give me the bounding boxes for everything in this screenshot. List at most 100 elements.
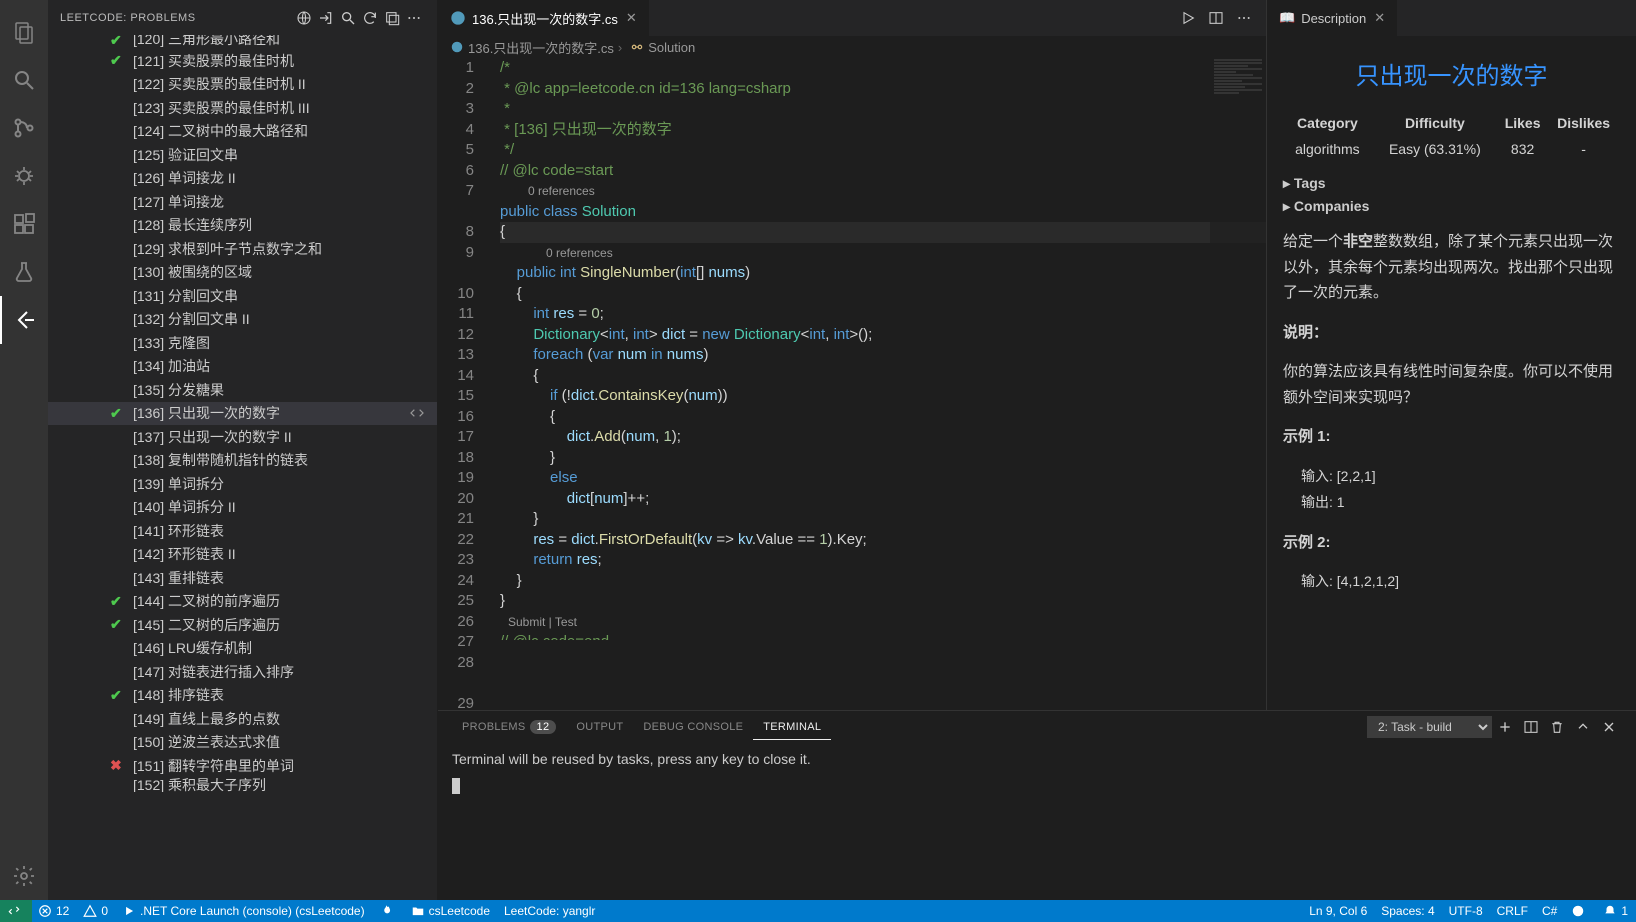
breadcrumb[interactable]: 136.只出现一次的数字.cs › Solution (438, 36, 1266, 58)
terminal-area[interactable]: Terminal will be reused by tasks, press … (438, 743, 1636, 900)
problem-item[interactable]: ✔✖[121] 买卖股票的最佳时机 (48, 49, 437, 73)
problem-item[interactable]: ✔✖[142] 环形链表 II (48, 543, 437, 567)
language-mode[interactable]: C# (1542, 904, 1557, 918)
problem-item[interactable]: ✔✖[125] 验证回文串 (48, 143, 437, 167)
problem-item[interactable]: ✔✖[136] 只出现一次的数字 (48, 402, 437, 426)
problem-label: [145] 二叉树的后序遍历 (133, 615, 280, 635)
search-small-icon[interactable] (337, 7, 359, 29)
split-editor-icon[interactable] (1202, 4, 1230, 32)
new-terminal-icon[interactable] (1492, 714, 1518, 740)
search-icon[interactable] (0, 56, 48, 104)
explorer-icon[interactable] (0, 8, 48, 56)
problem-item[interactable]: ✔✖[126] 单词接龙 II (48, 167, 437, 191)
problem-item[interactable]: ✔✖[128] 最长连续序列 (48, 214, 437, 238)
problem-item[interactable]: ✔✖[151] 翻转字符串里的单词 (48, 754, 437, 778)
globe-icon[interactable] (293, 7, 315, 29)
workspace-folder[interactable]: csLeetcode (411, 904, 490, 918)
close-panel-icon[interactable] (1596, 714, 1622, 740)
warnings-count[interactable]: 0 (83, 904, 108, 918)
editor-tab[interactable]: 136.只出现一次的数字.cs ✕ (438, 0, 650, 36)
problem-item[interactable]: ✔✖[140] 单词拆分 II (48, 496, 437, 520)
close-tab-icon[interactable]: ✕ (626, 10, 637, 26)
example-2-heading: 示例 2: (1283, 530, 1620, 556)
run-icon[interactable] (1174, 4, 1202, 32)
flame-icon[interactable] (379, 904, 397, 918)
leetcode-user[interactable]: LeetCode: yanglr (504, 904, 595, 918)
problem-item[interactable]: ✔✖[129] 求根到叶子节点数字之和 (48, 237, 437, 261)
close-tab-icon[interactable]: ✕ (1374, 10, 1385, 26)
problem-item[interactable]: ✔✖[120] 三角形最小路径和 (48, 35, 437, 49)
debug-icon[interactable] (0, 152, 48, 200)
notifications-icon[interactable]: 1 (1603, 904, 1628, 918)
remote-indicator[interactable] (0, 900, 32, 922)
problem-item[interactable]: ✔✖[123] 买卖股票的最佳时机 III (48, 96, 437, 120)
companies-disclosure[interactable]: Companies (1283, 198, 1620, 215)
problem-item[interactable]: ✔✖[127] 单词接龙 (48, 190, 437, 214)
breadcrumb-symbol: Solution (648, 40, 695, 55)
panel-tabs: PROBLEMS12 OUTPUT DEBUG CONSOLE TERMINAL… (438, 711, 1636, 743)
problem-item[interactable]: ✔✖[144] 二叉树的前序遍历 (48, 590, 437, 614)
cursor-position[interactable]: Ln 9, Col 6 (1309, 904, 1367, 918)
problem-item[interactable]: ✔✖[122] 买卖股票的最佳时机 II (48, 73, 437, 97)
problem-item[interactable]: ✔✖[143] 重排链表 (48, 566, 437, 590)
refresh-icon[interactable] (359, 7, 381, 29)
task-selector[interactable]: 2: Task - build (1367, 716, 1492, 738)
problem-item[interactable]: ✔✖[147] 对链表进行插入排序 (48, 660, 437, 684)
tab-output[interactable]: OUTPUT (566, 715, 633, 739)
problem-item[interactable]: ✔✖[145] 二叉树的后序遍历 (48, 613, 437, 637)
more-editor-icon[interactable] (1230, 4, 1258, 32)
leetcode-icon[interactable] (0, 296, 48, 344)
problem-item[interactable]: ✔✖[133] 克隆图 (48, 331, 437, 355)
problem-label: [121] 买卖股票的最佳时机 (133, 51, 294, 71)
cross-icon: ✖ (110, 757, 122, 774)
more-icon[interactable] (403, 7, 425, 29)
problem-item[interactable]: ✔✖[131] 分割回文串 (48, 284, 437, 308)
encoding[interactable]: UTF-8 (1449, 904, 1483, 918)
settings-gear-icon[interactable] (0, 852, 48, 900)
problem-label: [141] 环形链表 (133, 521, 224, 541)
problem-label: [124] 二叉树中的最大路径和 (133, 121, 308, 141)
check-icon: ✔ (110, 616, 122, 633)
problem-item[interactable]: ✔✖[146] LRU缓存机制 (48, 637, 437, 661)
feedback-icon[interactable] (1571, 904, 1589, 918)
eol[interactable]: CRLF (1497, 904, 1528, 918)
problem-item[interactable]: ✔✖[124] 二叉树中的最大路径和 (48, 120, 437, 144)
source-control-icon[interactable] (0, 104, 48, 152)
indentation[interactable]: Spaces: 4 (1381, 904, 1434, 918)
problem-label: [152] 乘积最大子序列 (133, 778, 266, 792)
problem-item[interactable]: ✔✖[141] 环形链表 (48, 519, 437, 543)
description-tab[interactable]: 📖 Description ✕ (1267, 0, 1397, 36)
problem-item[interactable]: ✔✖[148] 排序链表 (48, 684, 437, 708)
kill-terminal-icon[interactable] (1544, 714, 1570, 740)
problem-item[interactable]: ✔✖[134] 加油站 (48, 355, 437, 379)
breadcrumb-file: 136.只出现一次的数字.cs (468, 38, 614, 57)
maximize-panel-icon[interactable] (1570, 714, 1596, 740)
problem-item[interactable]: ✔✖[135] 分发糖果 (48, 378, 437, 402)
extensions-icon[interactable] (0, 200, 48, 248)
problem-label: [123] 买卖股票的最佳时机 III (133, 98, 310, 118)
signin-icon[interactable] (315, 7, 337, 29)
tab-terminal[interactable]: TERMINAL (753, 715, 831, 740)
errors-count[interactable]: 12 (38, 904, 69, 918)
code-icon[interactable] (409, 405, 425, 421)
collapse-icon[interactable] (381, 7, 403, 29)
problem-item[interactable]: ✔✖[130] 被围绕的区域 (48, 261, 437, 285)
problem-item[interactable]: ✔✖[132] 分割回文串 II (48, 308, 437, 332)
problem-item[interactable]: ✔✖[149] 直线上最多的点数 (48, 707, 437, 731)
problem-item[interactable]: ✔✖[137] 只出现一次的数字 II (48, 425, 437, 449)
debug-launch[interactable]: .NET Core Launch (console) (csLeetcode) (122, 904, 365, 918)
problem-item[interactable]: ✔✖[139] 单词拆分 (48, 472, 437, 496)
problems-list[interactable]: ✔✖[120] 三角形最小路径和✔✖[121] 买卖股票的最佳时机✔✖[122]… (48, 35, 437, 900)
book-icon: 📖 (1279, 10, 1295, 26)
problem-item[interactable]: ✔✖[150] 逆波兰表达式求值 (48, 731, 437, 755)
tags-disclosure[interactable]: Tags (1283, 175, 1620, 192)
problem-item[interactable]: ✔✖[138] 复制带随机指针的链表 (48, 449, 437, 473)
test-icon[interactable] (0, 248, 48, 296)
problem-label: [134] 加油站 (133, 356, 210, 376)
note-body: 你的算法应该具有线性时间复杂度。你可以不使用额外空间来实现吗？ (1283, 359, 1620, 410)
tab-debug-console[interactable]: DEBUG CONSOLE (633, 715, 753, 739)
problem-label: [133] 克隆图 (133, 333, 210, 353)
problem-item[interactable]: ✔✖[152] 乘积最大子序列 (48, 778, 437, 792)
tab-problems[interactable]: PROBLEMS12 (452, 715, 566, 739)
split-terminal-icon[interactable] (1518, 714, 1544, 740)
